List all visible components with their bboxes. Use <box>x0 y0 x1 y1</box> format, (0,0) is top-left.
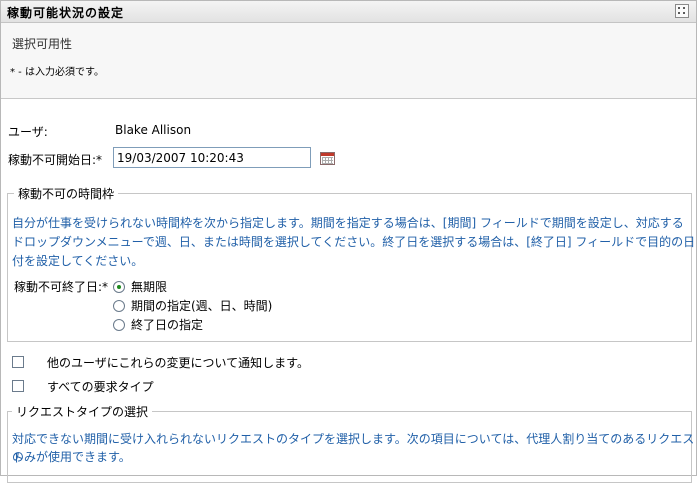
title-bar: 稼動可能状況の設定 <box>1 1 696 23</box>
timeframe-info-line-1: 自分が仕事を受けられない時間枠を次から指定します。期間を指定する場合は、[期間]… <box>12 216 684 230</box>
notify-checkbox-label[interactable]: 他のユーザにこれらの変更について通知します。 <box>47 354 309 371</box>
page-title: 稼動可能状況の設定 <box>7 6 125 20</box>
request-type-legend: リクエストタイプの選択 <box>12 403 153 420</box>
user-label: ユーザ: <box>8 125 48 139</box>
header-panel <box>1 23 696 99</box>
request-info-line-2: のみが使用できます。 <box>12 450 131 464</box>
all-requests-checkbox[interactable] <box>12 380 24 392</box>
unavailable-timeframe-legend: 稼動不可の時間枠 <box>14 185 119 202</box>
calendar-icon[interactable] <box>320 152 335 165</box>
radio-duration[interactable] <box>113 300 125 312</box>
required-note: * - は入力必須です。 <box>10 67 104 78</box>
timeframe-info-line-3: 付を設定してください。 <box>12 254 144 268</box>
end-date-label: 稼動不可終了日:* <box>14 280 109 294</box>
menu-grid-icon[interactable] <box>675 4 689 18</box>
timeframe-info-line-2: ドロップダウンメニューで週、日、または時間を選択してください。終了日を選択する場… <box>12 235 696 249</box>
radio-indefinite[interactable] <box>113 281 125 293</box>
radio-end-date-label[interactable]: 終了日の指定 <box>131 316 203 333</box>
start-date-label: 稼動不可開始日:* <box>8 153 103 167</box>
user-value: Blake Allison <box>115 123 192 137</box>
radio-indefinite-label[interactable]: 無期限 <box>131 278 167 295</box>
start-date-input[interactable] <box>113 147 311 168</box>
subtitle: 選択可用性 <box>12 37 73 51</box>
radio-duration-label[interactable]: 期間の指定(週、日、時間) <box>131 297 272 314</box>
all-requests-checkbox-label[interactable]: すべての要求タイプ <box>47 378 154 395</box>
radio-end-date[interactable] <box>113 319 125 331</box>
notify-checkbox[interactable] <box>12 356 24 368</box>
